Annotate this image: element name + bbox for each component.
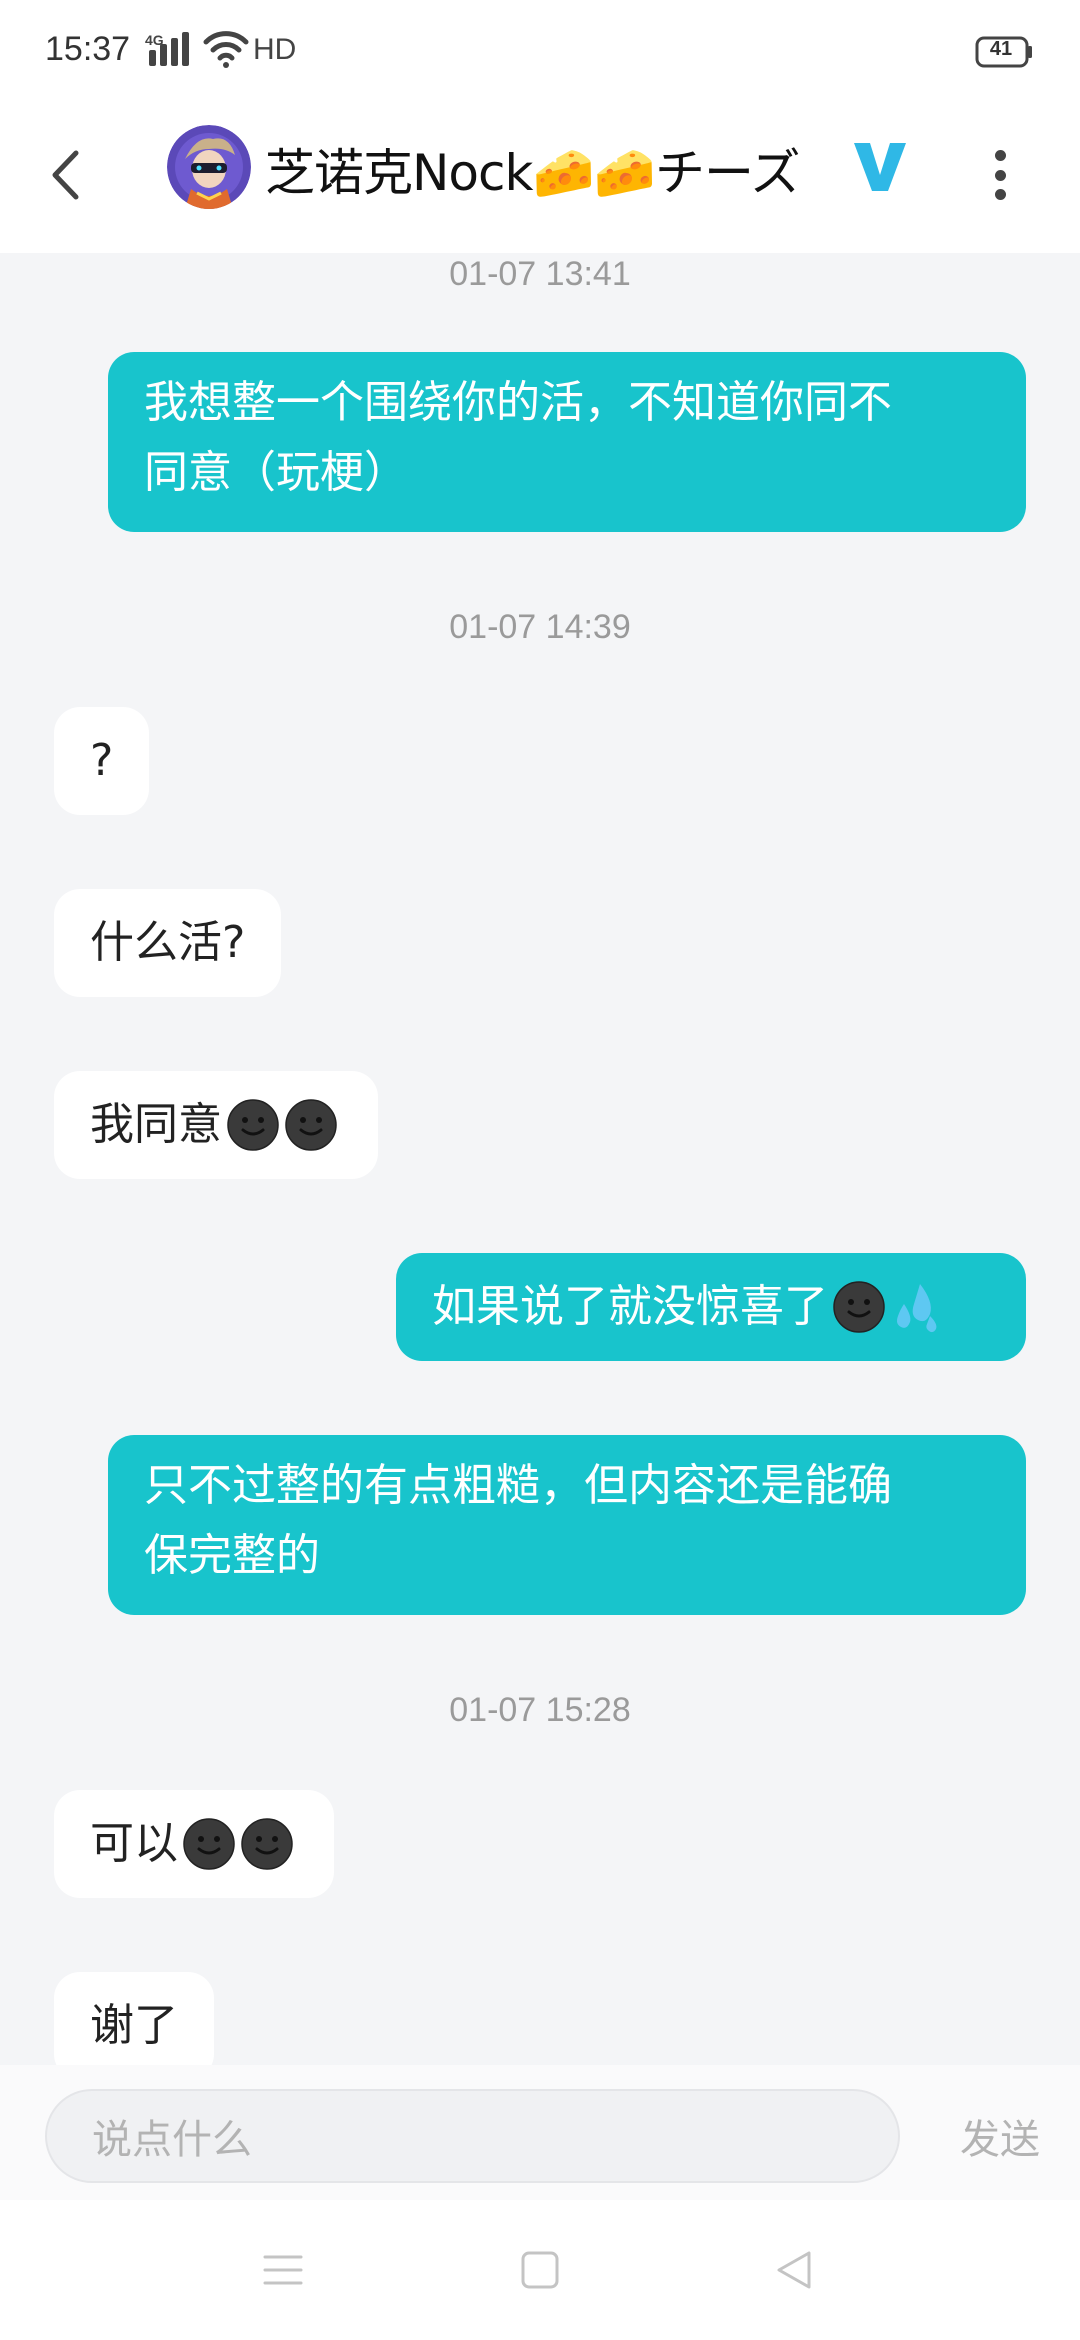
sweat-droplets-icon	[897, 1284, 937, 1333]
chat-title: 芝诺克Nock🧀🧀チーズ	[265, 144, 800, 202]
message-text: ?	[90, 735, 114, 786]
signal-icon	[149, 32, 189, 66]
back-button[interactable]	[40, 135, 90, 215]
verified-v-icon	[854, 143, 906, 191]
received-message-bubble[interactable]: 谢了	[54, 1972, 214, 2080]
more-dot	[994, 169, 1006, 181]
received-message-bubble[interactable]: 我同意	[54, 1071, 378, 1179]
message-text-line: 我想整一个围绕你的活，不知道你同不	[144, 377, 892, 428]
message-timestamp: 01-07 14:39	[449, 608, 631, 646]
message-text: 如果说了就没惊喜了	[432, 1281, 828, 1332]
sent-message-bubble[interactable]: 只不过整的有点粗糙，但内容还是能确 保完整的	[108, 1435, 1026, 1615]
message-text: 什么活?	[90, 917, 246, 968]
smiling-face-icon	[227, 1099, 279, 1151]
hd-label: HD	[253, 33, 297, 66]
message-input[interactable]: 说点什么	[45, 2089, 900, 2183]
chevron-left-icon	[52, 150, 79, 200]
status-icons: 4G HD	[145, 30, 345, 70]
system-nav-bar	[0, 2200, 1080, 2340]
status-bar: 15:37 4G HD 41	[0, 0, 1080, 105]
smiling-face-icon	[183, 1818, 235, 1870]
received-message-bubble[interactable]: ?	[54, 707, 150, 815]
message-timestamp: 01-07 15:28	[449, 1691, 631, 1729]
message-text: 我同意	[90, 1099, 222, 1150]
message-text: 谢了	[90, 2000, 178, 2051]
message-text: 可以	[90, 1818, 178, 1869]
message-text-line: 同意（玩梗）	[144, 447, 408, 498]
more-dot	[994, 189, 1006, 200]
received-message-bubble[interactable]: 什么活?	[54, 889, 282, 997]
back-triangle-icon[interactable]	[765, 2245, 825, 2295]
send-button[interactable]: 发送	[950, 2089, 1050, 2183]
sent-message-bubble[interactable]: 我想整一个围绕你的活，不知道你同不 同意（玩梗）	[108, 352, 1026, 532]
avatar[interactable]	[167, 125, 251, 209]
home-square-icon[interactable]	[510, 2245, 570, 2295]
smiling-face-icon	[285, 1099, 337, 1151]
more-dot	[994, 150, 1006, 161]
menu-icon[interactable]	[253, 2245, 313, 2295]
smiling-face-icon	[833, 1281, 885, 1333]
battery-level: 41	[989, 38, 1013, 60]
status-time: 15:37	[45, 30, 131, 68]
chat-header: 芝诺克Nock🧀🧀チーズ V	[0, 105, 1080, 253]
wifi-icon	[203, 31, 249, 68]
more-options-button[interactable]	[985, 140, 1015, 210]
message-text-line: 只不过整的有点粗糙，但内容还是能确	[144, 1460, 892, 1511]
sent-message-bubble[interactable]: 如果说了就没惊喜了	[396, 1253, 1026, 1361]
message-input-bar: 说点什么 发送	[0, 2065, 1080, 2200]
smiling-face-icon	[241, 1818, 293, 1870]
message-text-line: 保完整的	[144, 1530, 320, 1581]
avatar-image	[167, 125, 251, 209]
message-timestamp: 01-07 13:41	[449, 255, 631, 293]
received-message-bubble[interactable]: 可以	[54, 1790, 334, 1898]
